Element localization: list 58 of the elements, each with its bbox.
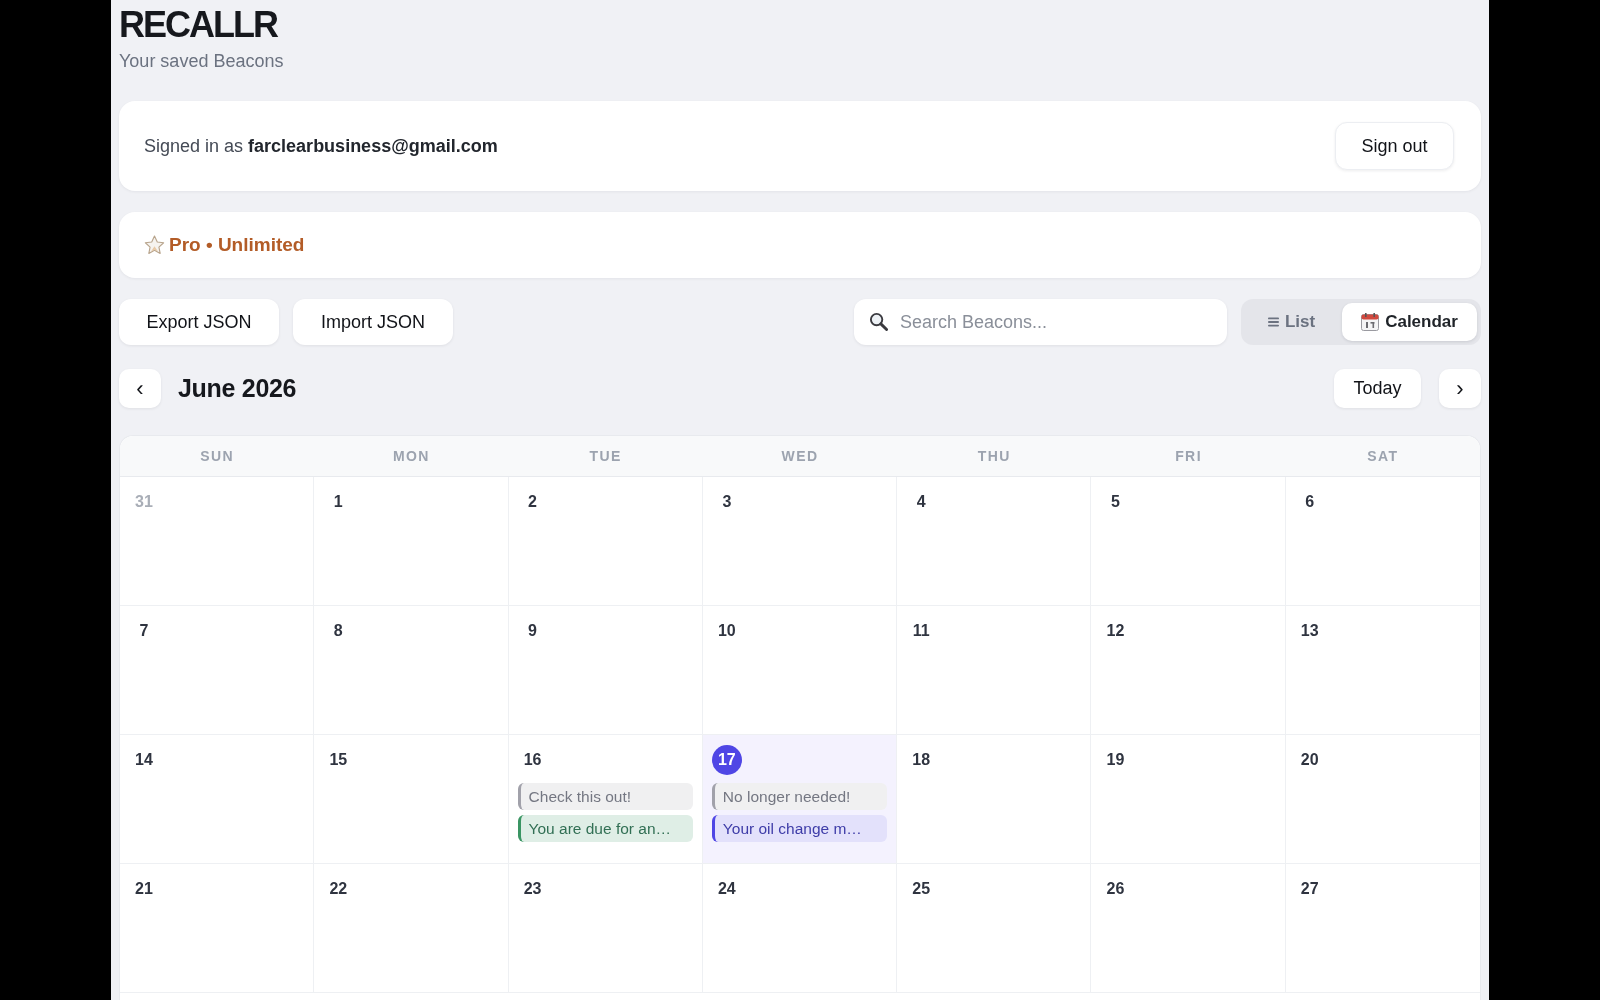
search-icon: [869, 312, 888, 331]
day-number: 3: [721, 492, 733, 512]
weekday-label: SAT: [1366, 447, 1400, 466]
calendar-icon: [1361, 313, 1380, 331]
day-number: 18: [911, 750, 932, 770]
weekday-label: SUN: [199, 447, 235, 466]
view-tab[interactable]: Calendar: [1342, 303, 1477, 341]
event-chip[interactable]: Your oil change m…: [711, 815, 888, 842]
day-number: 24: [716, 879, 737, 899]
view-tab[interactable]: List: [1245, 303, 1339, 341]
star-icon: [144, 235, 165, 255]
today-button[interactable]: Today: [1334, 369, 1421, 408]
next-month-button[interactable]: ›: [1439, 369, 1481, 408]
day-number: 1: [332, 492, 344, 512]
event-chip[interactable]: No longer needed!: [711, 783, 888, 810]
day-number: 4: [915, 492, 927, 512]
event-chip[interactable]: Check this out!: [517, 783, 693, 810]
previous-month-button[interactable]: ‹: [119, 369, 161, 408]
day-number: 20: [1299, 750, 1320, 770]
day-number: 5: [1109, 492, 1121, 512]
day-number: 8: [332, 621, 344, 641]
day-number: 15: [328, 750, 349, 770]
day-number: 9: [527, 621, 538, 641]
toolbar-button[interactable]: Export JSON: [119, 299, 279, 345]
event-chip[interactable]: You are due for an…: [517, 815, 693, 842]
day-number: 23: [522, 879, 543, 899]
weekday-label: WED: [780, 447, 820, 466]
weekday-label: MON: [392, 447, 431, 466]
toolbar-button[interactable]: Import JSON: [293, 299, 453, 345]
day-number: 7: [138, 621, 150, 641]
day-number: 19: [1105, 750, 1126, 770]
day-number: 6: [1304, 492, 1316, 512]
day-number: 26: [1105, 879, 1126, 899]
day-number: 21: [134, 879, 154, 899]
plan-label: Pro • Unlimited: [169, 234, 305, 256]
app-subtitle: Your saved Beacons: [119, 50, 284, 73]
day-number: 17: [711, 745, 742, 775]
weekday-label: THU: [976, 447, 1012, 466]
day-number: 13: [1299, 621, 1320, 641]
day-number: 2: [527, 492, 538, 512]
day-number: 31: [134, 492, 154, 512]
day-number: 27: [1299, 879, 1320, 899]
search-field[interactable]: Search Beacons...: [854, 299, 1227, 345]
month-title: June 2026: [178, 374, 297, 403]
weekday-label: TUE: [588, 447, 623, 466]
signed-in-text: Signed in as farclearbusiness@gmail.com: [144, 135, 498, 157]
weekday-label: FRI: [1174, 447, 1203, 466]
day-number: 12: [1105, 621, 1126, 641]
day-number: 14: [134, 750, 154, 770]
day-cell[interactable]: 17 No longer needed! Your oil change m…: [702, 735, 898, 863]
day-number: 10: [716, 621, 737, 641]
day-number: 16: [522, 750, 543, 770]
list-icon: [1267, 317, 1279, 327]
app-title: RECALLR: [119, 5, 277, 45]
sign-out-button[interactable]: Sign out: [1335, 122, 1454, 170]
day-number: 22: [328, 879, 349, 899]
day-number: 11: [911, 621, 931, 641]
day-number: 25: [911, 879, 932, 899]
